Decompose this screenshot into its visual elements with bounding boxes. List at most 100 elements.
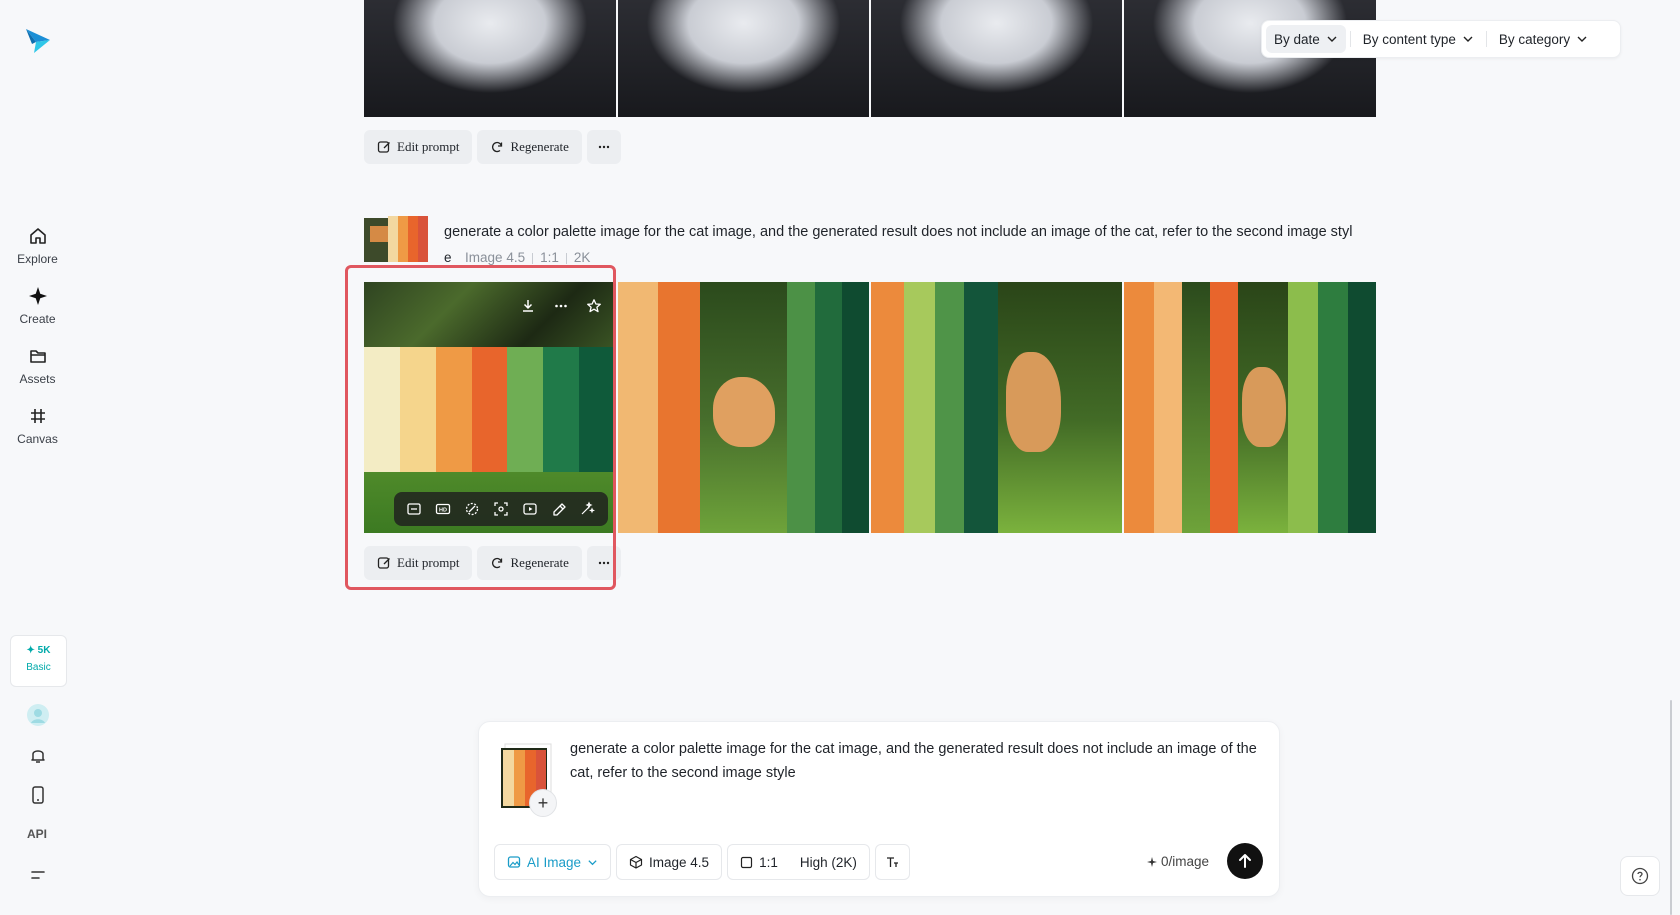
refresh-icon xyxy=(492,557,503,569)
generated-image-2[interactable] xyxy=(618,282,869,533)
edit-prompt-label: Edit prompt xyxy=(397,139,460,154)
reference-thumbnails[interactable] xyxy=(364,216,428,264)
text-format-icon xyxy=(886,856,898,867)
credits-amount: ✦ 5K xyxy=(26,645,51,656)
crop-focus-icon[interactable] xyxy=(493,501,509,517)
more-options-button[interactable] xyxy=(586,546,621,580)
expand-icon[interactable] xyxy=(406,501,422,517)
generation-ratio: 1:1 xyxy=(540,250,559,265)
top-generation-actions: Edit prompt Regenerate xyxy=(364,130,621,164)
edit-icon xyxy=(377,141,390,153)
regenerate-button[interactable]: Regenerate xyxy=(477,130,582,164)
api-link[interactable]: API xyxy=(27,827,47,841)
filter-by-content-type-label: By content type xyxy=(1362,31,1456,47)
more-icon[interactable] xyxy=(553,298,569,314)
aspect-ratio-icon xyxy=(740,856,753,868)
nav-assets[interactable]: Assets xyxy=(0,345,75,386)
more-options-button[interactable] xyxy=(586,130,621,164)
bell-icon[interactable] xyxy=(27,744,49,766)
sidebar: Explore Create Assets Canvas ✦ 5K Basic … xyxy=(0,0,75,915)
model-selector[interactable]: Image 4.5 xyxy=(616,844,723,880)
folder-icon xyxy=(29,350,46,363)
hd-upscale-icon[interactable]: HD xyxy=(435,501,451,517)
sparkle-icon xyxy=(28,287,47,305)
cost-indicator: 0/image xyxy=(1147,854,1209,869)
nav-assets-label: Assets xyxy=(19,372,56,386)
remove-background-icon[interactable] xyxy=(464,501,480,517)
star-icon[interactable] xyxy=(586,298,602,314)
nav-create[interactable]: Create xyxy=(0,285,75,326)
nav-canvas[interactable]: Canvas xyxy=(0,405,75,446)
credits-plan: Basic xyxy=(26,662,51,673)
avatar[interactable] xyxy=(27,704,49,726)
chevron-down-icon xyxy=(1577,36,1587,42)
generated-image-top-1[interactable] xyxy=(364,0,616,117)
nav-explore-label: Explore xyxy=(17,252,58,266)
credits-badge[interactable]: ✦ 5K Basic xyxy=(10,635,67,687)
generation-meta: e Image 4.5 1:1 2K xyxy=(444,250,590,265)
filter-by-category[interactable]: By category xyxy=(1491,25,1596,53)
app-logo-icon[interactable] xyxy=(24,26,52,54)
regenerate-label: Regenerate xyxy=(510,139,569,154)
image-edit-toolbar: HD xyxy=(394,492,608,526)
arrow-up-icon xyxy=(1239,854,1251,868)
size-quality-selector[interactable]: 1:1 High (2K) xyxy=(727,844,870,880)
menu-icon[interactable] xyxy=(27,864,49,886)
regenerate-label: Regenerate xyxy=(510,555,569,570)
svg-text:HD: HD xyxy=(439,508,447,514)
generated-image-top-4[interactable] xyxy=(1124,0,1376,117)
refresh-icon xyxy=(492,141,503,153)
mode-label: AI Image xyxy=(527,854,582,870)
filter-bar: By date By content type By category xyxy=(1261,20,1621,58)
canvas-icon xyxy=(30,409,45,423)
chevron-down-icon xyxy=(588,859,597,865)
mobile-icon[interactable] xyxy=(27,784,49,806)
edit-prompt-button[interactable]: Edit prompt xyxy=(364,130,473,164)
quality-label: High (2K) xyxy=(799,854,857,870)
help-button[interactable] xyxy=(1620,856,1660,896)
edit-icon xyxy=(377,557,390,569)
ratio-label: 1:1 xyxy=(759,854,778,870)
nav-canvas-label: Canvas xyxy=(17,432,58,446)
generated-image-top-2[interactable] xyxy=(618,0,869,117)
cost-label: 0/image xyxy=(1161,854,1210,869)
regenerate-button[interactable]: Regenerate xyxy=(477,546,582,580)
home-icon xyxy=(29,228,46,244)
composer-toolbar: AI Image Image 4.5 1:1 High (2K) xyxy=(494,844,910,880)
magic-edit-icon[interactable] xyxy=(579,501,596,517)
generated-image-top-3[interactable] xyxy=(871,0,1122,117)
scrollbar[interactable] xyxy=(1670,700,1672,915)
nav-explore[interactable]: Explore xyxy=(0,225,75,266)
download-icon[interactable] xyxy=(520,298,536,314)
more-icon xyxy=(598,561,610,565)
edit-prompt-button[interactable]: Edit prompt xyxy=(364,546,473,580)
edit-prompt-label: Edit prompt xyxy=(397,555,460,570)
text-style-button[interactable] xyxy=(874,844,910,880)
add-image-button[interactable]: + xyxy=(529,789,557,817)
help-icon xyxy=(1631,867,1649,885)
generation-prompt-tail: e xyxy=(444,250,452,265)
image-icon xyxy=(507,856,521,868)
generation-actions: Edit prompt Regenerate xyxy=(364,546,621,580)
prompt-composer: + generate a color palette image for the… xyxy=(478,721,1280,897)
image-hover-toolbar xyxy=(511,291,610,321)
filter-by-category-label: By category xyxy=(1498,31,1571,47)
model-label: Image 4.5 xyxy=(649,854,710,870)
video-icon[interactable] xyxy=(522,501,538,517)
mode-selector[interactable]: AI Image xyxy=(494,844,612,880)
filter-by-date-label: By date xyxy=(1274,31,1320,47)
chevron-down-icon xyxy=(1327,36,1337,42)
filter-by-date[interactable]: By date xyxy=(1266,25,1346,53)
generation-resolution: 2K xyxy=(573,250,591,265)
send-button[interactable] xyxy=(1227,843,1263,879)
generation-prompt: generate a color palette image for the c… xyxy=(444,224,1353,240)
cube-icon xyxy=(629,855,643,869)
chevron-down-icon xyxy=(1463,36,1473,42)
filter-by-content-type[interactable]: By content type xyxy=(1355,25,1482,53)
generation-model: Image 4.5 xyxy=(465,250,526,265)
generated-image-3[interactable] xyxy=(871,282,1122,533)
nav-create-label: Create xyxy=(19,312,56,326)
eraser-icon[interactable] xyxy=(551,501,567,517)
generated-image-4[interactable] xyxy=(1124,282,1376,533)
prompt-input[interactable]: generate a color palette image for the c… xyxy=(570,737,1260,785)
